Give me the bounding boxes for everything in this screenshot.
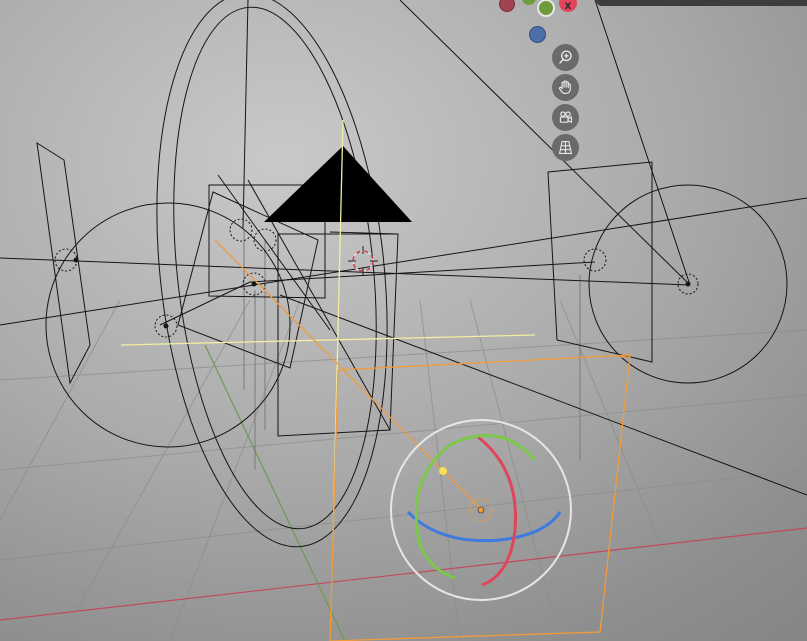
scene-canvas[interactable] [0, 0, 807, 641]
x-axis-label: X [564, 1, 572, 12]
grid-perspective-icon [558, 140, 573, 155]
3d-viewport[interactable]: X [0, 0, 807, 641]
camera-icon [559, 111, 573, 124]
perspective-toggle-button[interactable] [552, 134, 579, 161]
magnifier-plus-icon [559, 50, 572, 64]
light-direction-lines [0, 0, 807, 496]
floor-grid [0, 299, 807, 641]
camera-frustum [177, 184, 399, 437]
zoom-button[interactable] [552, 44, 579, 71]
left-spot-light [36, 142, 291, 448]
camera-up-triangle [264, 146, 412, 222]
pan-button[interactable] [552, 74, 579, 101]
hand-icon [558, 80, 571, 95]
area-light-ring [156, 0, 388, 548]
right-spot-light [547, 161, 788, 384]
header-region-strip[interactable] [596, 0, 807, 6]
camera-view-button[interactable] [552, 104, 579, 131]
rotate-gizmo[interactable] [390, 419, 572, 601]
z-axis-ball[interactable] [529, 26, 546, 43]
